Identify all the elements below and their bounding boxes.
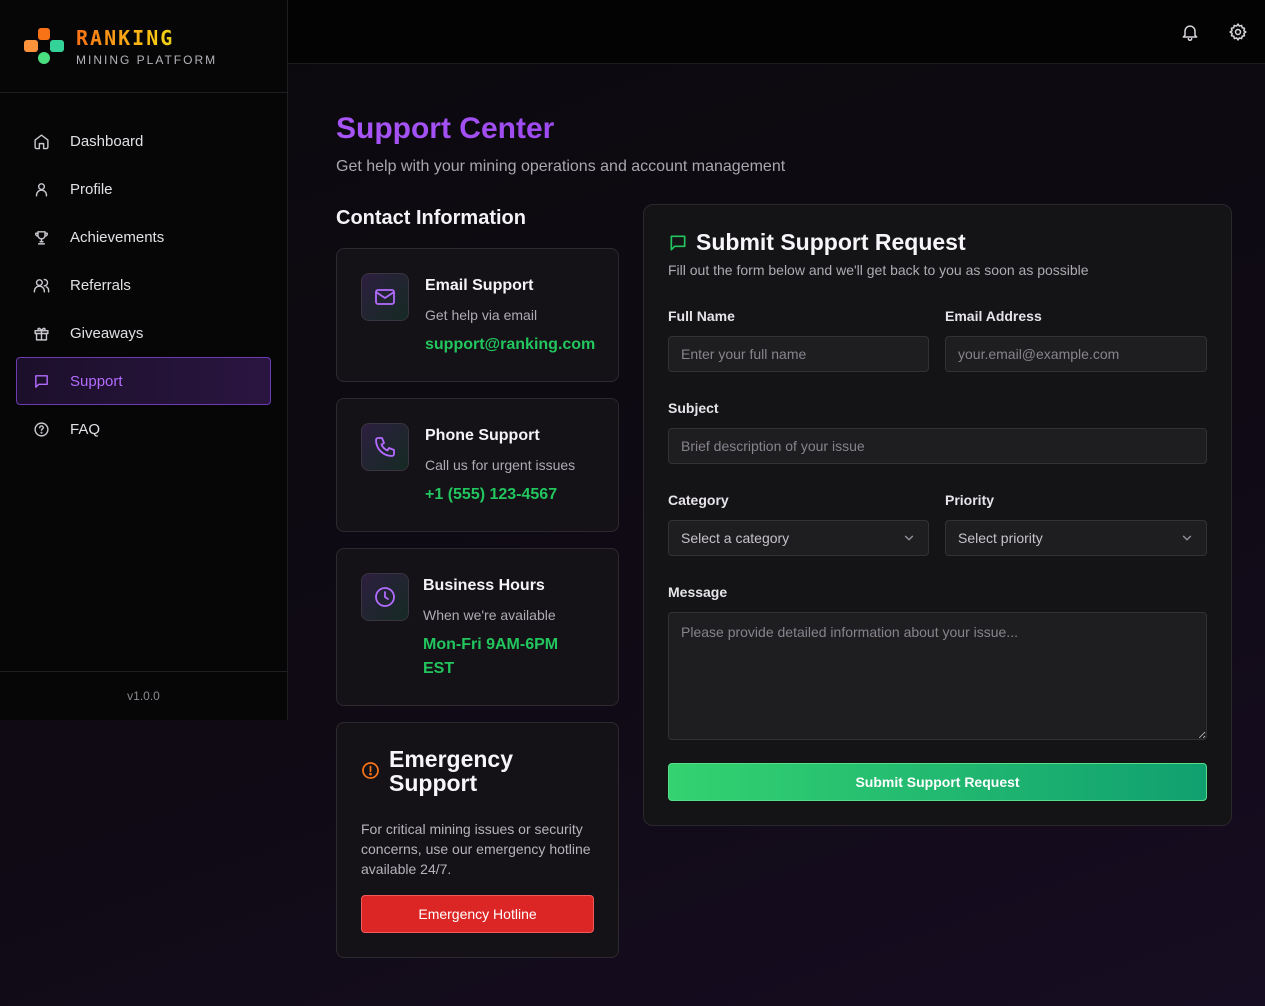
sidebar-item-profile[interactable]: Profile	[16, 165, 271, 213]
sidebar-item-label: Support	[70, 372, 123, 390]
category-label: Category	[668, 492, 729, 508]
message-icon	[670, 235, 686, 251]
brand[interactable]: RANKING MINING PLATFORM	[0, 0, 287, 93]
sidebar: RANKING MINING PLATFORM Dashboard Profil…	[0, 0, 288, 720]
sidebar-item-achievements[interactable]: Achievements	[16, 213, 271, 261]
support-phone-link[interactable]: +1 (555) 123-4567	[425, 483, 557, 507]
sidebar-item-support[interactable]: Support	[16, 357, 271, 405]
subject-input[interactable]	[668, 428, 1207, 464]
sidebar-item-referrals[interactable]: Referrals	[16, 261, 271, 309]
user-icon	[35, 182, 48, 197]
gift-icon	[34, 327, 49, 341]
gear-icon[interactable]	[1228, 22, 1248, 42]
business-hours-value: Mon-Fri 9AM-6PM EST	[423, 636, 559, 677]
business-hours-card: Business Hours When we're available Mon-…	[336, 548, 619, 706]
sidebar-item-label: Achievements	[70, 228, 165, 246]
full-name-input[interactable]	[668, 336, 929, 372]
contact-section-title: Contact Information	[336, 207, 526, 229]
business-hours-title: Business Hours	[423, 577, 545, 594]
home-icon	[34, 133, 49, 149]
phone-support-desc: Call us for urgent issues	[425, 457, 576, 473]
phone-support-card: Phone Support Call us for urgent issues …	[336, 398, 619, 532]
email-input[interactable]	[945, 336, 1207, 372]
chevron-down-icon	[1182, 535, 1192, 541]
priority-select-value: Select priority	[958, 530, 1043, 546]
full-name-label: Full Name	[668, 308, 735, 324]
mail-icon	[375, 289, 395, 305]
brand-name: RANKING	[76, 26, 217, 50]
submit-request-button[interactable]: Submit Support Request	[668, 763, 1207, 801]
priority-label: Priority	[945, 492, 995, 508]
bell-icon[interactable]	[1180, 22, 1200, 42]
subject-label: Subject	[668, 400, 719, 416]
category-select-value: Select a category	[681, 530, 790, 546]
emergency-title: Emergency Support	[389, 746, 514, 796]
support-email-link[interactable]: support@ranking.com	[425, 333, 595, 357]
message-label: Message	[668, 584, 728, 600]
topbar	[288, 0, 1265, 64]
email-support-card: Email Support Get help via email support…	[336, 248, 619, 382]
chevron-down-icon	[904, 535, 914, 541]
sidebar-item-label: Profile	[70, 180, 113, 198]
phone-support-title: Phone Support	[425, 427, 540, 444]
alert-circle-icon	[362, 762, 379, 779]
users-icon	[33, 278, 50, 293]
emergency-desc: For critical mining issues or security c…	[361, 821, 591, 877]
emergency-hotline-button[interactable]: Emergency Hotline	[361, 895, 594, 933]
page-title: Support Center	[336, 112, 555, 145]
form-title: Submit Support Request	[696, 229, 966, 255]
sidebar-item-label: FAQ	[70, 420, 101, 438]
email-support-desc: Get help via email	[425, 307, 538, 323]
form-subtitle: Fill out the form below and we'll get ba…	[668, 262, 1089, 278]
trophy-icon	[35, 230, 48, 245]
email-label: Email Address	[945, 308, 1042, 324]
priority-select[interactable]: Select priority	[945, 520, 1207, 556]
clock-icon	[375, 587, 395, 607]
page-subtitle: Get help with your mining operations and…	[336, 158, 786, 175]
brand-tagline: MINING PLATFORM	[76, 52, 218, 67]
app-version: v1.0.0	[0, 671, 287, 720]
help-circle-icon	[34, 421, 49, 437]
message-textarea[interactable]	[668, 612, 1207, 740]
category-select[interactable]: Select a category	[668, 520, 929, 556]
sidebar-item-faq[interactable]: FAQ	[16, 405, 271, 453]
logo-icon	[24, 26, 64, 66]
phone-icon	[375, 437, 395, 457]
email-support-title: Email Support	[425, 277, 534, 294]
sidebar-item-label: Referrals	[70, 276, 131, 294]
sidebar-item-label: Giveaways	[70, 324, 144, 342]
emergency-support-card: Emergency Support For critical mining is…	[336, 722, 619, 958]
sidebar-item-dashboard[interactable]: Dashboard	[16, 117, 271, 165]
sidebar-item-giveaways[interactable]: Giveaways	[16, 309, 271, 357]
business-hours-desc: When we're available	[423, 607, 556, 623]
message-icon	[35, 374, 48, 388]
support-request-form: Submit Support Request Fill out the form…	[643, 204, 1232, 826]
sidebar-nav: Dashboard Profile Achievements Referrals…	[0, 93, 287, 477]
sidebar-item-label: Dashboard	[70, 132, 144, 150]
